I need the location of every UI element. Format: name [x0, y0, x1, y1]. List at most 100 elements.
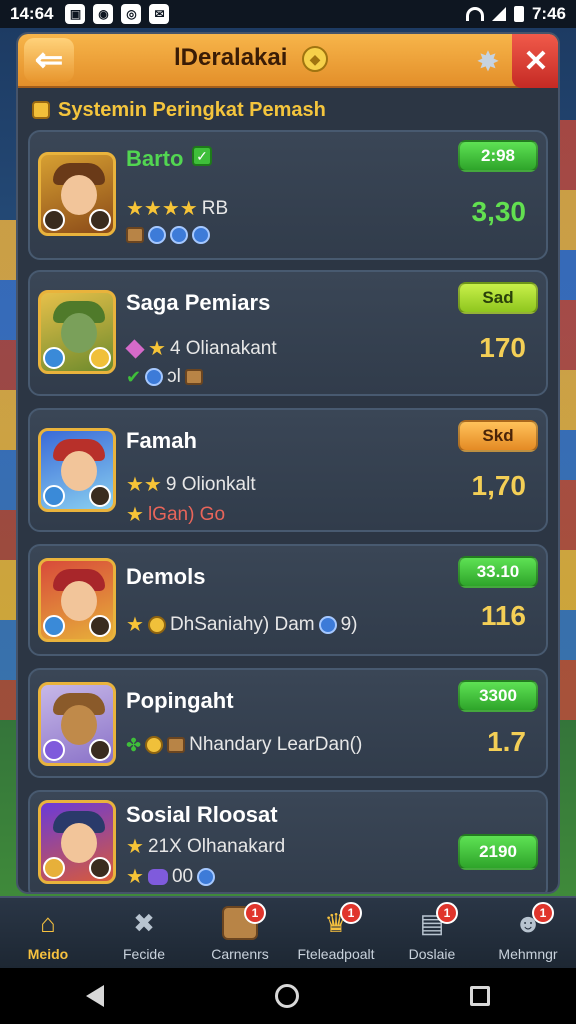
gem-icon — [318, 615, 337, 634]
coin-icon — [147, 615, 166, 634]
system-recents-icon[interactable] — [470, 986, 491, 1006]
chest-icon — [167, 737, 186, 753]
player-score: 116 — [480, 600, 526, 631]
bag-icon — [184, 369, 203, 385]
gem-icon — [147, 868, 168, 885]
nav-label: Mehmngr — [498, 946, 558, 962]
star-icon: ★ — [126, 866, 144, 888]
status-time-right: 7:46 — [531, 4, 566, 23]
chest-icon — [126, 227, 144, 243]
nav-item-chest[interactable]: 1 Carnenrs — [192, 898, 288, 968]
gear-star-icon: ✸ — [476, 45, 500, 77]
close-icon: ✕ — [523, 44, 549, 78]
player-resources — [126, 226, 210, 244]
stat-subtext: lGan) Go — [147, 503, 226, 525]
page-title: lDeralakai — [174, 44, 288, 71]
stat-text: DhSaniahy) Dam — [169, 613, 315, 635]
list-item[interactable]: Saga Pemiars ★ 4 Olianakant ✔ ɔl Sad 170 — [28, 270, 548, 396]
signal-icon — [491, 7, 506, 21]
player-avatar — [38, 800, 116, 884]
status-time-left: 14:64 — [10, 4, 54, 23]
list-item[interactable]: Sosial Rloosat ★ 21X Olhanakard ★ 00 219… — [28, 790, 548, 892]
coin-icon — [145, 736, 164, 754]
gem-icon — [197, 867, 216, 886]
nav-item-home[interactable]: ⌂ Meido — [0, 898, 96, 968]
nav-label: Meido — [27, 946, 69, 962]
right-banner-decoration — [558, 120, 576, 720]
notification-icons: ▣ ◉ ◎ ✉ — [65, 4, 170, 24]
stat-text: 21X Olhanakard — [147, 835, 286, 857]
settings-button[interactable]: ✸ — [470, 43, 506, 79]
notification-badge: 1 — [340, 902, 362, 924]
rank-pill: 3300 — [458, 680, 538, 712]
gem-icon — [125, 338, 145, 359]
section-title: Systemin Peringkat Pemash — [58, 98, 326, 121]
wifi-icon — [465, 7, 484, 21]
stat-text: Nhandary LearDan() — [189, 734, 363, 755]
player-name: Saga Pemiars — [126, 290, 271, 315]
player-resources: ★ lGan) Go — [126, 502, 225, 527]
notification-badge: 1 — [532, 902, 554, 924]
list-item[interactable]: Popingaht ✤ Nhandary LearDan() 3300 1.7 — [28, 668, 548, 778]
nav-item-clipboard[interactable]: ▤ 1 Doslaie — [384, 898, 480, 968]
player-avatar — [38, 290, 116, 374]
player-stats: ★★★★ RB — [126, 196, 228, 221]
rank-pill: 2190 — [458, 834, 538, 870]
player-name: Popingaht — [126, 688, 234, 713]
nav-label: Doslaie — [408, 946, 456, 962]
battery-icon — [513, 6, 524, 22]
star-icon: ★ — [126, 836, 144, 858]
player-name: Barto — [126, 146, 184, 171]
shield-badge-icon: ◆ — [302, 46, 328, 72]
bottom-navigation: ⌂ Meido ✖ Fecide 1 Carnenrs ♛ 1 Fteleadp… — [0, 896, 576, 968]
nav-item-trophy[interactable]: ♛ 1 Fteleadpoalt — [288, 898, 384, 968]
star-icon: ★ — [126, 504, 144, 526]
system-back-icon[interactable] — [85, 985, 104, 1007]
system-home-icon[interactable] — [274, 984, 299, 1008]
list-item[interactable]: Famah ★★ 9 Olionkalt ★ lGan) Go Skd 1,70 — [28, 408, 548, 532]
close-button[interactable]: ✕ — [512, 34, 558, 88]
nav-label: Fecide — [122, 946, 166, 962]
nav-item-tools[interactable]: ✖ Fecide — [96, 898, 192, 968]
back-button[interactable]: ⇐ — [24, 38, 74, 82]
ranking-icon — [32, 101, 50, 119]
nav-label: Carnenrs — [211, 946, 269, 962]
player-stats: ★ 21X Olhanakard — [126, 834, 285, 859]
star-icon: ★★★★ — [126, 198, 198, 220]
verified-check-icon: ✓ — [192, 146, 212, 166]
player-score: 1,70 — [471, 470, 527, 501]
gem-icon — [170, 226, 188, 244]
player-stats: ★ DhSaniahy) Dam 9) — [126, 612, 358, 637]
player-avatar — [38, 558, 116, 642]
player-resources: ✔ ɔl — [126, 366, 203, 388]
stat-text: RB — [201, 197, 229, 219]
player-score: 170 — [479, 332, 526, 363]
gem-icon — [148, 226, 166, 244]
list-item[interactable]: Barto ✓ ★★★★ RB 2:98 3,30 — [28, 130, 548, 260]
rank-pill: 33.10 — [458, 556, 538, 588]
player-stats: ✤ Nhandary LearDan() — [126, 734, 362, 756]
stat-subtext: 00 — [171, 865, 194, 887]
panel-header: ⇐ lDeralakai ◆ ✸ ✕ — [18, 34, 558, 88]
notification-badge: 1 — [244, 902, 266, 924]
rank-pill: 2:98 — [458, 140, 538, 172]
app-notification-icon: ✉ — [149, 4, 170, 24]
notification-badge: 1 — [436, 902, 458, 924]
list-item[interactable]: Demols ★ DhSaniahy) Dam 9) 33.10 116 — [28, 544, 548, 656]
nav-label: Fteleadpoalt — [297, 946, 375, 962]
gem-icon — [145, 368, 164, 386]
leaderboard-panel: ⇐ lDeralakai ◆ ✸ ✕ Systemin Peringkat Pe… — [16, 32, 560, 894]
player-name: Sosial Rloosat — [126, 802, 278, 827]
player-stats: ★ 4 Olianakant — [125, 336, 277, 361]
status-bar: 14:64 ▣ ◉ ◎ ✉ 7:46 — [0, 0, 576, 28]
app-notification-icon: ◎ — [121, 4, 142, 24]
left-arrow-icon: ⇐ — [34, 41, 64, 79]
player-avatar — [38, 682, 116, 766]
star-icon: ★ — [148, 338, 166, 360]
nav-item-profile[interactable]: ☻ 1 Mehmngr — [480, 898, 576, 968]
player-name: Demols — [126, 564, 206, 589]
home-icon: ⌂ — [40, 907, 56, 938]
gem-icon — [192, 226, 210, 244]
player-score: 1.7 — [487, 726, 526, 757]
player-stats: ★★ 9 Olionkalt — [126, 472, 256, 497]
